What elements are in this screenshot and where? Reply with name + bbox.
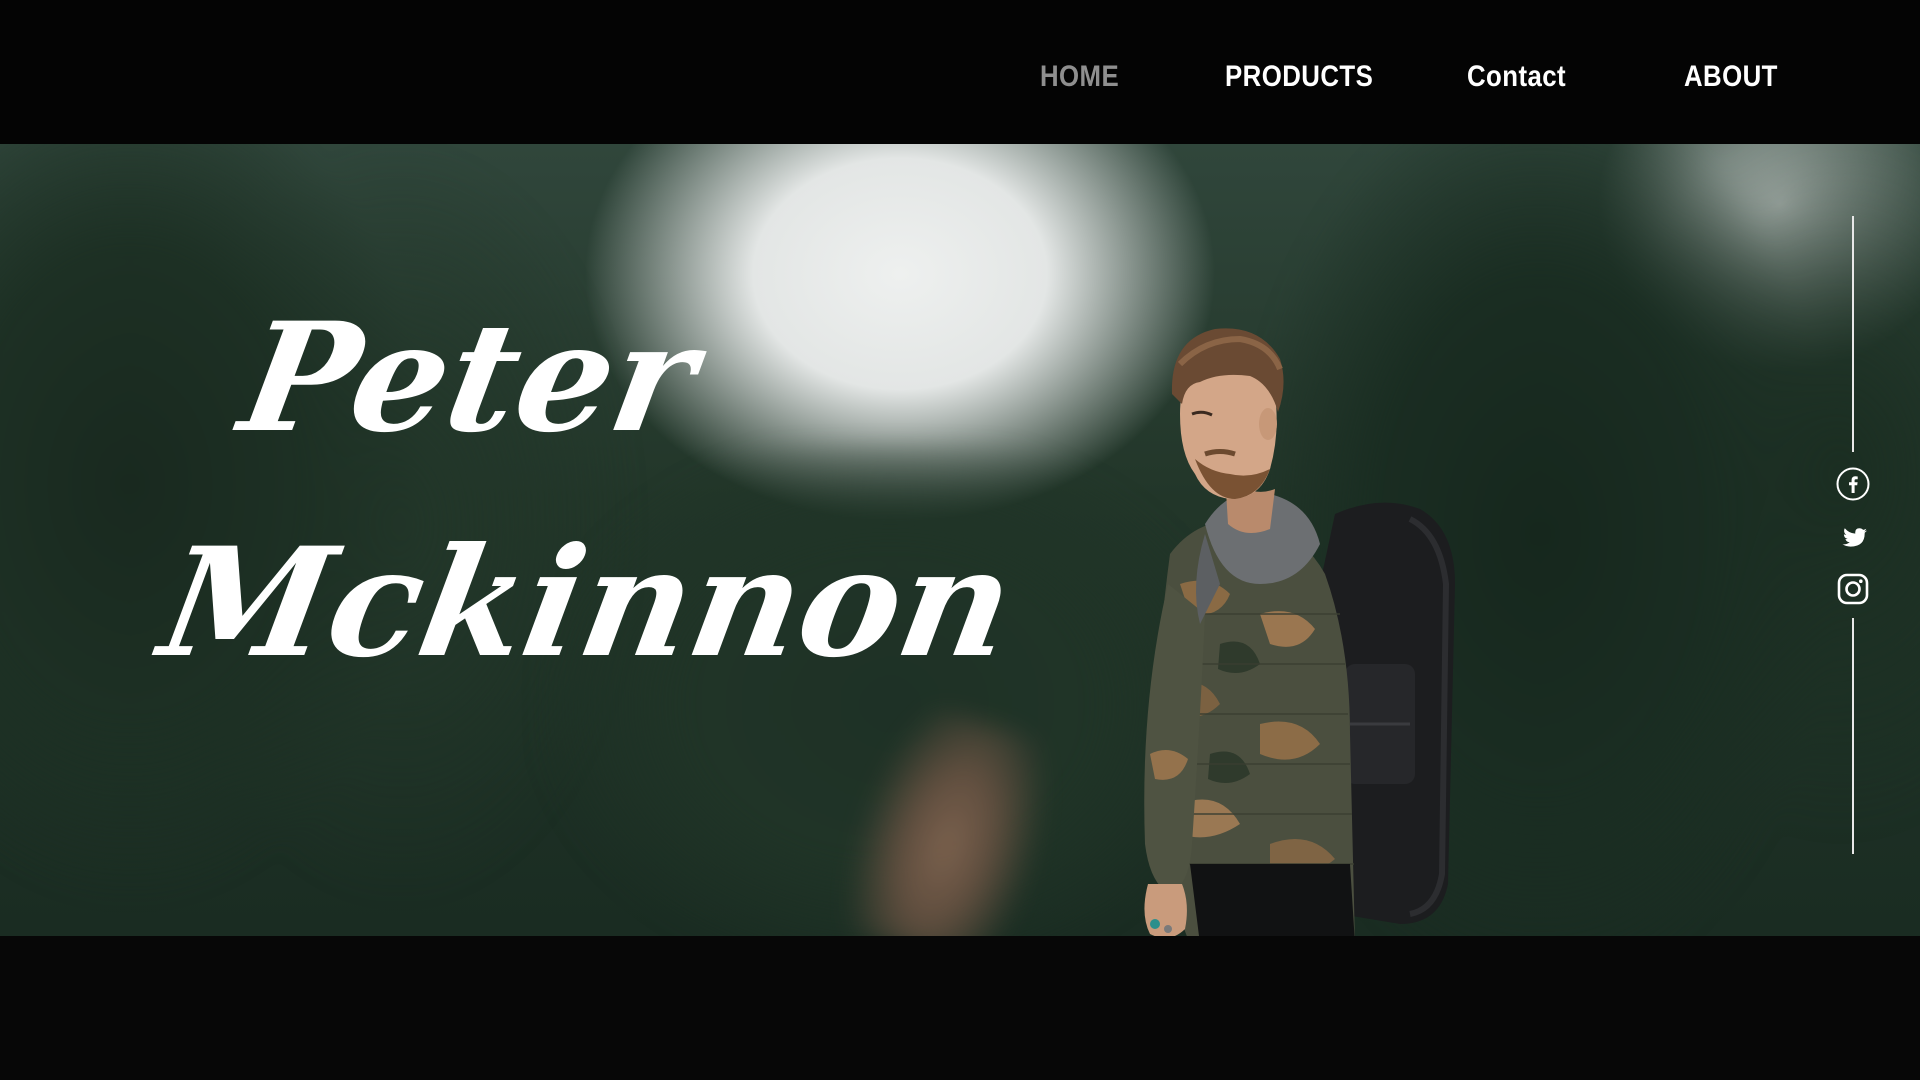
- nav-about-link[interactable]: ABOUT: [1684, 52, 1778, 102]
- hiker-figure: [1144, 328, 1455, 936]
- footer-band: [0, 936, 1920, 1080]
- hero-first-name: Peter: [229, 290, 709, 466]
- nav-contact-link[interactable]: Contact: [1467, 52, 1566, 102]
- facebook-icon[interactable]: [1835, 466, 1871, 502]
- twitter-icon[interactable]: [1835, 521, 1871, 557]
- instagram-icon[interactable]: [1835, 571, 1871, 607]
- hero-last-name: Mckinnon: [149, 515, 1027, 691]
- nav-products-link[interactable]: PRODUCTS: [1225, 52, 1373, 102]
- social-rail-line-bottom: [1852, 618, 1854, 854]
- top-nav-bar: HOME PRODUCTS Contact ABOUT: [0, 0, 1920, 144]
- social-rail-line-top: [1852, 216, 1854, 452]
- nav-home-link[interactable]: HOME: [1040, 52, 1119, 102]
